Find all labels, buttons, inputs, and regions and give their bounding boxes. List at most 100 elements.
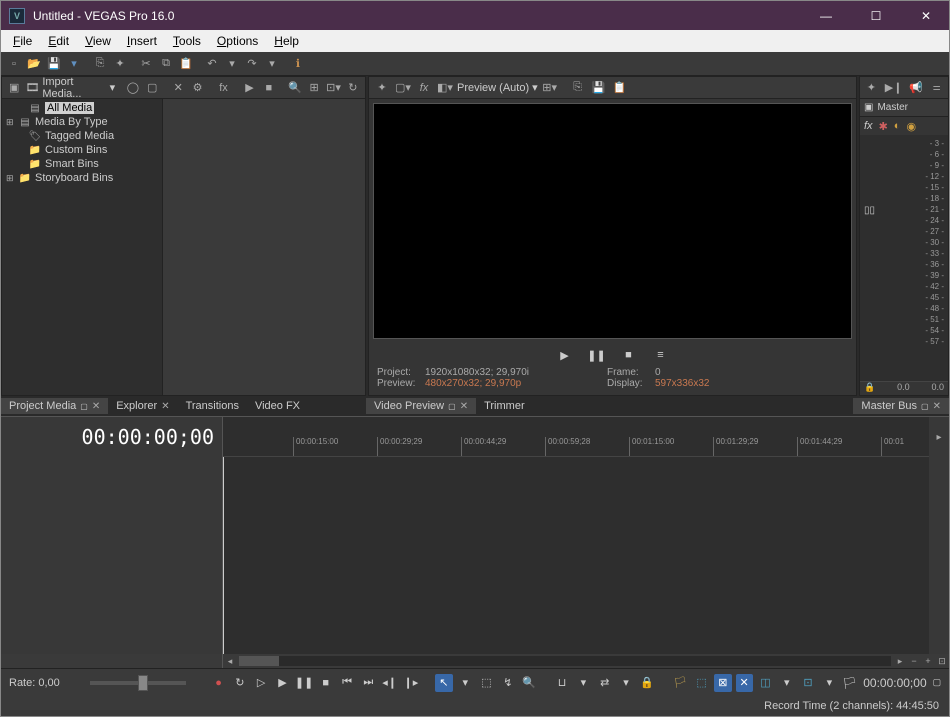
pm-views-icon[interactable]: ⊡▾ — [325, 79, 341, 97]
pm-properties-icon[interactable]: ⚙ — [189, 79, 205, 97]
pm-play-icon[interactable]: ▶ — [241, 79, 257, 97]
master-view-icon[interactable]: ▣ — [864, 102, 873, 113]
scroll-left-button[interactable]: ◂ — [223, 654, 237, 668]
pv-snapshot-icon[interactable]: ⎘ — [569, 79, 587, 97]
menu-help[interactable]: Help — [266, 32, 307, 50]
pm-remove-icon[interactable]: ✕ — [170, 79, 186, 97]
pm-get-photo-icon[interactable]: ▢ — [144, 79, 160, 97]
menu-insert[interactable]: Insert — [119, 32, 165, 50]
crossfade-button[interactable]: ⊠ — [714, 674, 731, 692]
master-downmix-icon[interactable]: 📢 — [908, 79, 923, 97]
rate-slider[interactable] — [90, 681, 186, 685]
lock-envelopes-button[interactable]: 🔒 — [639, 674, 656, 692]
rate-slider-thumb[interactable] — [138, 675, 148, 691]
play-start-button[interactable]: ▷ — [253, 674, 270, 692]
tab-transitions[interactable]: Transitions — [178, 398, 247, 414]
snap-button[interactable]: ⊔ — [553, 674, 570, 692]
menu-tools[interactable]: Tools — [165, 32, 209, 50]
pv-save2-icon[interactable]: 📋 — [611, 79, 629, 97]
ignore-event-grouping-button[interactable]: ⊡ — [799, 674, 816, 692]
go-end-button[interactable]: ⏭ — [360, 674, 377, 692]
undock-icon[interactable]: ▢ — [921, 402, 929, 411]
pv-pause-button[interactable]: ❚❚ — [588, 346, 606, 364]
tab-video-preview[interactable]: Video Preview▢✕ — [366, 398, 476, 414]
undock-icon[interactable]: ▢ — [448, 402, 456, 411]
snap-dropdown-icon[interactable]: ▾ — [575, 674, 592, 692]
pm-bin-icon[interactable]: ▣ — [6, 79, 22, 97]
pm-refresh-icon[interactable]: ↻ — [345, 79, 361, 97]
track-area[interactable] — [223, 457, 929, 654]
video-preview-frame[interactable] — [373, 103, 852, 339]
tab-project-media[interactable]: Project Media▢✕ — [1, 398, 108, 414]
pv-split-icon[interactable]: ◧▾ — [436, 79, 454, 97]
expand-icon[interactable]: ⊞ — [6, 173, 15, 184]
pv-play-button[interactable]: ▶ — [556, 346, 574, 364]
close-icon[interactable]: ✕ — [933, 401, 941, 412]
save-dropdown-icon[interactable]: ▾ — [65, 55, 83, 73]
timeline-marker-icon[interactable]: ▸ — [929, 417, 949, 457]
pm-stop-icon[interactable]: ■ — [261, 79, 277, 97]
menu-edit[interactable]: Edit — [40, 32, 77, 50]
master-prev-icon[interactable]: ▶❙ — [885, 79, 903, 97]
next-frame-button[interactable]: ❙▸ — [402, 674, 419, 692]
auto-ripple-dropdown-icon[interactable]: ▾ — [617, 674, 634, 692]
pm-tag-icon[interactable]: ⊞ — [306, 79, 322, 97]
menu-options[interactable]: Options — [209, 32, 266, 50]
open-icon[interactable]: 📂 — [25, 55, 43, 73]
pv-save-icon[interactable]: 💾 — [590, 79, 608, 97]
normal-edit-button[interactable]: ↖ — [435, 674, 452, 692]
quantize-button[interactable]: ◫ — [757, 674, 774, 692]
close-button[interactable]: ✕ — [911, 9, 941, 23]
pv-overlay-icon[interactable]: ⊞▾ — [541, 79, 559, 97]
zoom-in-button[interactable]: + — [921, 654, 935, 668]
auto-ripple-button[interactable]: ⇄ — [596, 674, 613, 692]
project-media-content[interactable] — [162, 99, 365, 395]
pause-button[interactable]: ❚❚ — [295, 674, 313, 692]
undock-icon[interactable]: ▢ — [80, 402, 88, 411]
import-media-dropdown[interactable]: 🎞 Import Media... ▾ — [25, 76, 115, 100]
loop-button[interactable]: ↻ — [231, 674, 248, 692]
lock-icon[interactable]: 🔒 — [864, 382, 875, 395]
pv-fx-icon[interactable]: fx — [415, 79, 433, 97]
prev-frame-button[interactable]: ◂❙ — [381, 674, 398, 692]
transport-timecode[interactable]: 🏳 00:00:00;00 ▢ — [842, 676, 941, 690]
master-fx-icon[interactable]: fx — [864, 120, 873, 132]
zoom-tool-button[interactable]: ⊡ — [935, 654, 949, 668]
copy-icon[interactable]: ⧉ — [157, 55, 175, 73]
tab-trimmer[interactable]: Trimmer — [476, 398, 533, 414]
undock-icon[interactable]: ▢ — [933, 677, 942, 688]
master-automation-icon[interactable]: ✱ — [879, 120, 888, 133]
pv-external-icon[interactable]: ▢▾ — [394, 79, 412, 97]
track-headers[interactable] — [1, 457, 223, 654]
save-icon[interactable]: 💾 — [45, 55, 63, 73]
scrollbar-thumb[interactable] — [239, 656, 279, 666]
master-solo-icon[interactable]: ◉ — [906, 120, 916, 133]
expand-icon[interactable]: ⊞ — [6, 117, 15, 128]
auto-crossfade-button[interactable]: ✕ — [736, 674, 753, 692]
preview-quality-dropdown[interactable]: Preview (Auto) ▾ — [457, 81, 538, 94]
record-button[interactable]: ● — [210, 674, 227, 692]
zoom-out-button[interactable]: − — [907, 654, 921, 668]
pv-menu-button[interactable]: ≡ — [652, 346, 670, 364]
tree-smart-bins[interactable]: 📁 Smart Bins — [2, 157, 162, 171]
automation-button[interactable]: ⬚ — [693, 674, 710, 692]
zoom-edit-button[interactable]: 🔍 — [520, 674, 537, 692]
new-project-icon[interactable]: ▫ — [5, 55, 23, 73]
menu-view[interactable]: View — [77, 32, 119, 50]
pm-capture-icon[interactable]: ◯ — [125, 79, 141, 97]
stop-button[interactable]: ■ — [317, 674, 334, 692]
properties-icon[interactable]: ✦ — [111, 55, 129, 73]
tree-storyboard-bins[interactable]: ⊞📁 Storyboard Bins — [2, 171, 162, 185]
tab-video-fx[interactable]: Video FX — [247, 398, 308, 414]
undo-dropdown-icon[interactable]: ▾ — [223, 55, 241, 73]
tree-tagged-media[interactable]: 🏷 Tagged Media — [2, 129, 162, 143]
redo-icon[interactable]: ↷ — [243, 55, 261, 73]
envelope-edit-button[interactable]: ↯ — [499, 674, 516, 692]
maximize-button[interactable]: ☐ — [861, 9, 891, 23]
close-icon[interactable]: ✕ — [161, 401, 169, 412]
timeline-current-time[interactable]: 00:00:00;00 — [82, 425, 214, 449]
master-mute-icon[interactable]: ◐ — [894, 120, 901, 132]
playhead-cursor[interactable] — [223, 457, 224, 654]
pv-stop-button[interactable]: ■ — [620, 346, 638, 364]
help-icon[interactable]: ℹ — [289, 55, 307, 73]
